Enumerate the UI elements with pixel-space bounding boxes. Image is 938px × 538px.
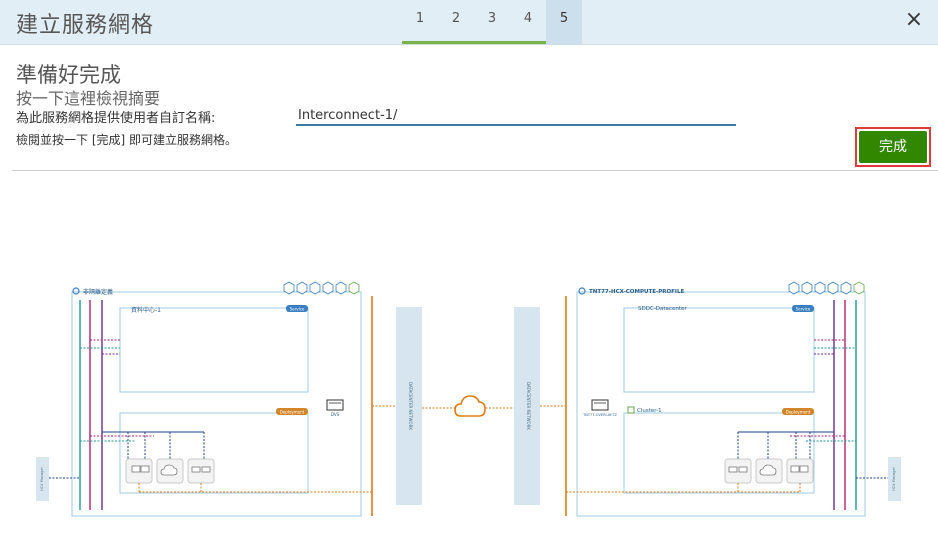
left-ne-icon-2 — [201, 466, 211, 473]
right-ne-icon-2 — [738, 466, 748, 473]
view-summary-link[interactable]: 按一下這裡檢視摘要 — [16, 85, 160, 109]
close-icon[interactable]: × — [902, 8, 926, 32]
left-dvs-label: DVS — [331, 412, 340, 417]
mesh-name-label: 為此服務網格提供使用者自訂名稱: — [16, 111, 216, 126]
right-overlay-label: TNT77-OVERLAY-TZ — [582, 413, 617, 417]
left-hcx-manager-label: HCX Manager — [40, 466, 44, 490]
step-4-tab[interactable]: 4 — [510, 0, 546, 44]
left-datacenter-name: 資料中心-1 — [131, 306, 161, 314]
header-divider — [12, 170, 938, 171]
finish-button[interactable]: 完成 — [859, 131, 927, 163]
wizard-header: 建立服務網格 1 2 3 4 5 × — [0, 0, 938, 45]
step-5-tab[interactable]: 5 — [546, 0, 582, 44]
left-site-name: 非隔離定義 — [83, 288, 113, 296]
review-instruction: 檢閱並按一下 [完成] 即可建立服務網格。 — [16, 133, 237, 147]
left-ix-server-icon — [131, 465, 141, 473]
right-site-name: TNT77-HCX-COMPUTE-PROFILE — [589, 289, 684, 295]
step-tabs: 1 2 3 4 5 — [402, 0, 582, 44]
left-datacenter-network-label: DATACENTER NETWORK — [408, 382, 413, 430]
right-hcx-manager-label: HCX Manager — [892, 466, 896, 490]
right-deployment-box — [623, 412, 815, 494]
wizard-title: 建立服務網格 — [16, 13, 155, 38]
left-ne-icon-1 — [191, 466, 201, 473]
left-ix-server-icon-2 — [140, 465, 150, 473]
right-ix-server-icon — [790, 465, 800, 473]
left-dvs-icon — [326, 399, 344, 411]
right-deployment-badge-text: Deployment — [786, 410, 811, 415]
right-datacenter-name: SDDC-Datacenter — [638, 306, 687, 312]
internet-cloud-icon — [454, 395, 486, 417]
left-datacenter-box — [119, 307, 309, 393]
mesh-name-input[interactable] — [296, 106, 736, 126]
right-cluster-name: Cluster-1 — [637, 408, 662, 414]
left-deployment-badge-text: Deployment — [280, 410, 305, 415]
right-datacenter-network-label: DATACENTER NETWORK — [526, 382, 531, 430]
step-1-tab[interactable]: 1 — [402, 0, 438, 44]
right-ix-server-icon-2 — [799, 465, 809, 473]
service-mesh-topology-diagram: 非隔離定義 資料中心-1 Service Deployment HCX Mana… — [36, 281, 901, 517]
left-service-badge-text: Service — [290, 307, 305, 312]
right-service-badge-text: Service — [796, 307, 811, 312]
right-overlay-switch-icon — [591, 399, 609, 411]
right-datacenter-box — [623, 307, 815, 393]
right-ne-icon-1 — [728, 466, 738, 473]
step-2-tab[interactable]: 2 — [438, 0, 474, 44]
step-3-tab[interactable]: 3 — [474, 0, 510, 44]
